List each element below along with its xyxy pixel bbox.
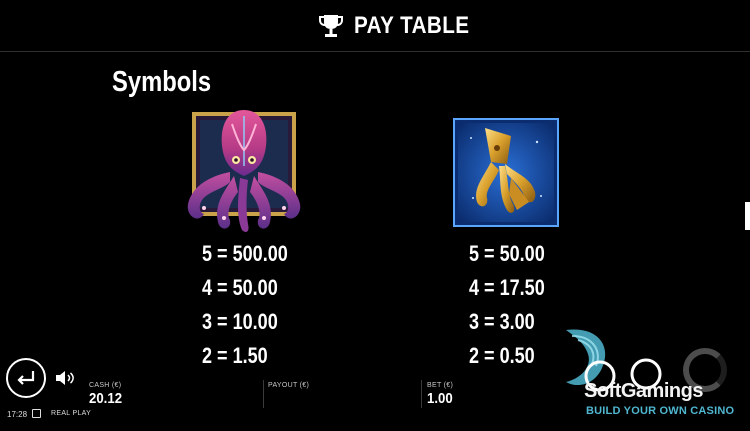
clock-time: 17:28 <box>7 410 28 419</box>
side-panel-tab[interactable] <box>745 202 750 230</box>
return-arrow-icon <box>17 371 35 385</box>
kraken-pay-5: 5 = 500.00 <box>202 241 288 266</box>
bet-value: 1.00 <box>427 390 453 407</box>
cash-value: 20.12 <box>89 390 123 407</box>
section-title: Symbols <box>112 66 212 98</box>
sound-icon[interactable] <box>55 370 75 386</box>
kraken-pay-3: 3 = 10.00 <box>202 309 278 334</box>
gold-squid-symbol-icon <box>453 118 559 227</box>
gold-squid-pay-3: 3 = 3.00 <box>469 309 535 334</box>
divider <box>263 380 264 408</box>
gold-squid-pay-5: 5 = 50.00 <box>469 241 545 266</box>
header-title-group: PAY TABLE <box>318 12 488 40</box>
watermark-tagline: BUILD YOUR OWN CASINO <box>586 405 735 417</box>
kraken-symbol-icon <box>187 110 301 232</box>
play-mode-label: REAL PLAY <box>51 410 92 417</box>
cash-label: CASH (€) <box>89 382 122 389</box>
back-button[interactable] <box>6 358 46 398</box>
kraken-pay-4: 4 = 50.00 <box>202 275 278 300</box>
gold-squid-pay-4: 4 = 17.50 <box>469 275 545 300</box>
bet-label: BET (€) <box>427 382 454 389</box>
header-bar: PAY TABLE <box>0 0 750 52</box>
watermark-brand: SoftGamings <box>584 380 703 402</box>
device-icon <box>32 409 41 418</box>
page-title: PAY TABLE <box>354 12 470 39</box>
payout-label: PAYOUT (€) <box>268 382 310 389</box>
divider <box>421 380 422 408</box>
trophy-icon <box>319 15 343 37</box>
